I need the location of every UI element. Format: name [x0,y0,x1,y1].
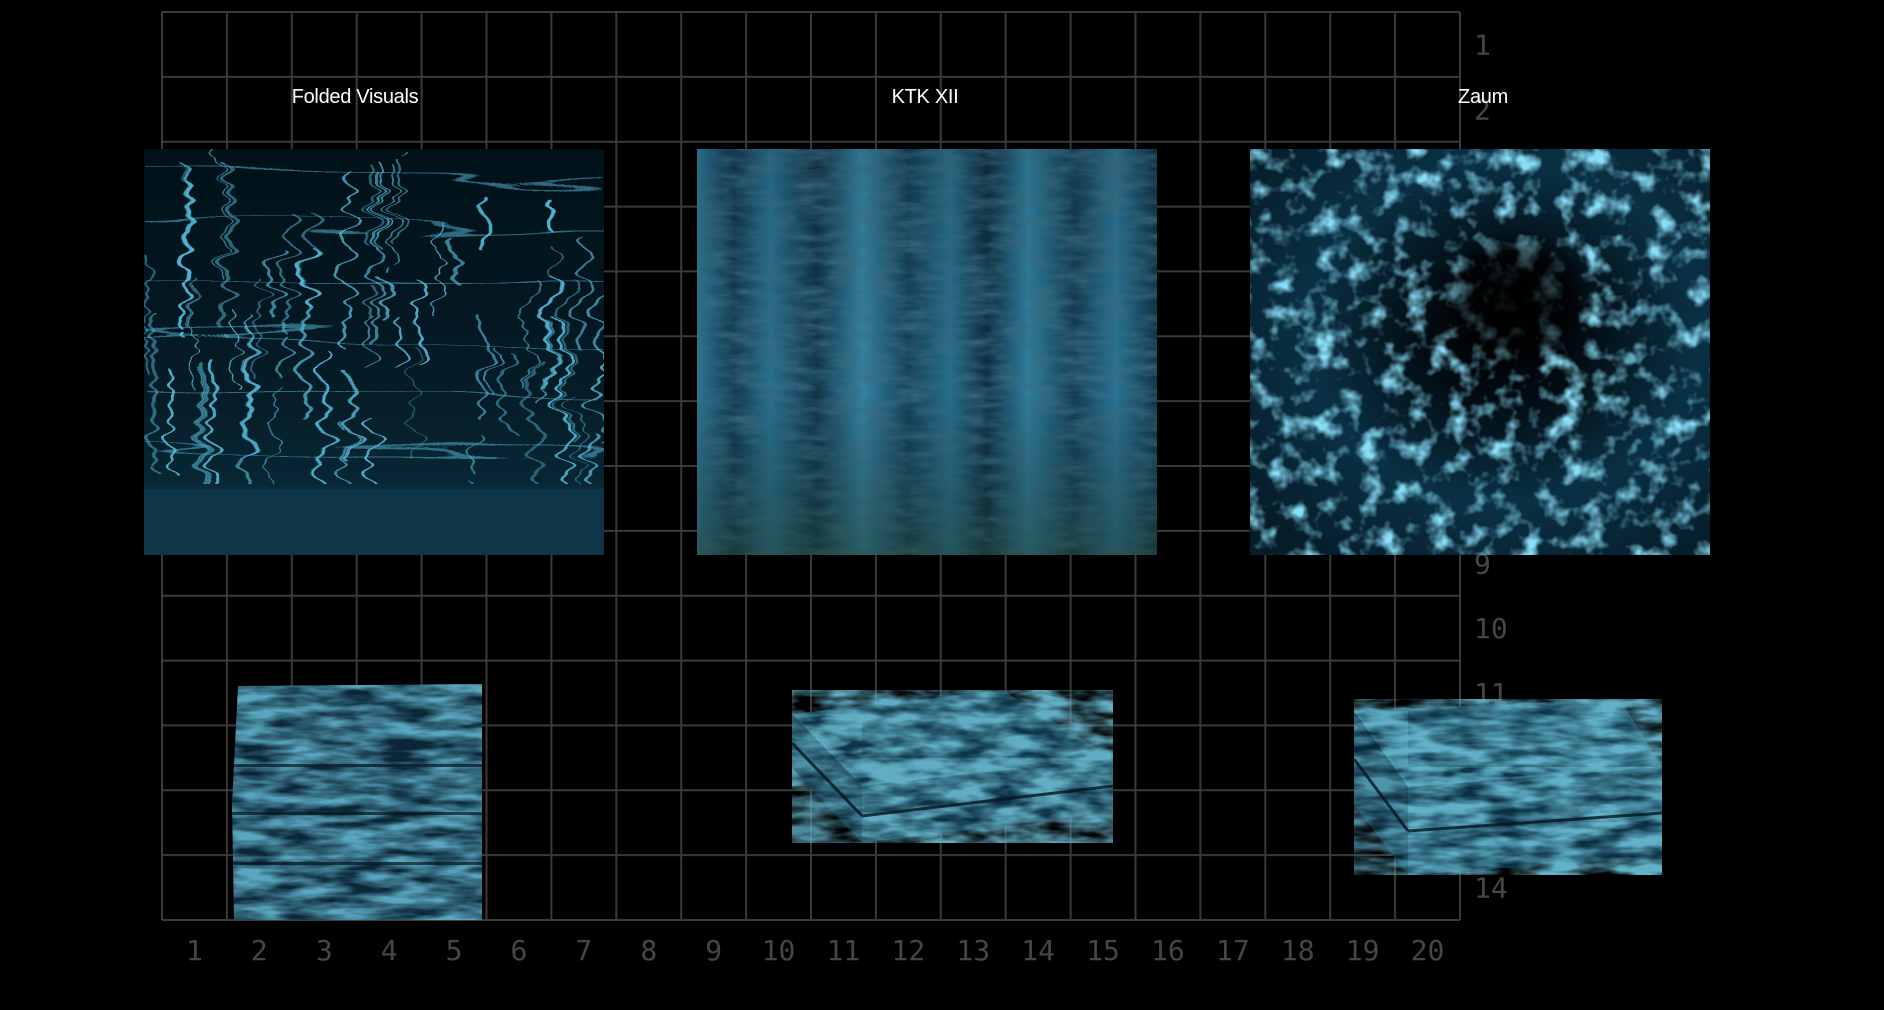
column-number-label: 11 [827,934,861,967]
row-number-label: 14 [1474,872,1508,905]
column-number-label: 18 [1281,934,1315,967]
record-stack-ktk-xii[interactable] [790,688,1115,843]
column-number-label: 9 [705,934,722,967]
stack-artwork-zaum [1352,699,1663,875]
stack-artwork-folded-visuals [232,684,482,920]
column-number-label: 3 [316,934,333,967]
column-number-label: 20 [1411,934,1445,967]
folded-visuals-artwork [144,149,604,555]
column-number-label: 10 [762,934,796,967]
column-number-label: 13 [956,934,990,967]
row-number-label: 10 [1474,612,1508,645]
column-number-label: 19 [1346,934,1380,967]
row-number-label: 1 [1474,28,1491,61]
stack-artwork-ktk-xii [790,690,1114,843]
column-number-label: 6 [511,934,528,967]
ktk-xii-artwork [697,149,1157,555]
column-number-label: 4 [381,934,398,967]
column-number-label: 8 [640,934,657,967]
column-number-label: 16 [1151,934,1185,967]
column-number-label: 7 [575,934,592,967]
album-cover-folded-visuals[interactable] [144,149,604,555]
zaum-artwork [1250,149,1710,555]
album-cover-zaum[interactable] [1250,149,1710,555]
album-title-ktk-xii[interactable]: KTK XII [695,86,1155,109]
column-number-label: 5 [446,934,463,967]
album-cover-ktk-xii[interactable] [697,149,1157,555]
column-number-label: 1 [186,934,203,967]
column-number-label: 14 [1021,934,1055,967]
album-title-zaum[interactable]: Zaum [1253,86,1713,109]
column-number-label: 12 [891,934,925,967]
record-stack-zaum[interactable] [1352,697,1664,875]
column-number-label: 15 [1086,934,1120,967]
column-number-label: 17 [1216,934,1250,967]
album-title-folded-visuals[interactable]: Folded Visuals [125,86,585,109]
record-stack-folded-visuals[interactable] [230,684,485,920]
column-number-label: 2 [251,934,268,967]
